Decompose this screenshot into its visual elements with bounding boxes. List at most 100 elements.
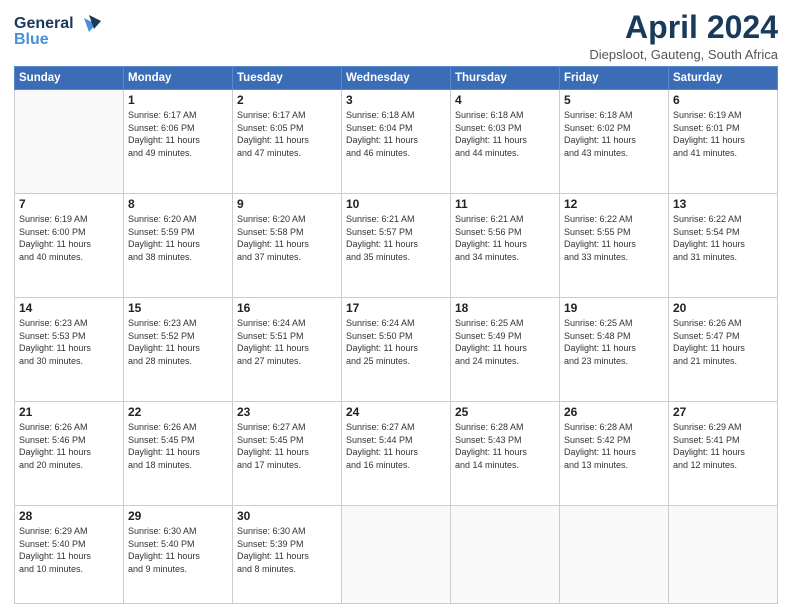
day-number: 25 (455, 405, 555, 419)
calendar-cell: 4 Sunrise: 6:18 AM Sunset: 6:03 PM Daylig… (451, 90, 560, 194)
calendar-table: Sunday Monday Tuesday Wednesday Thursday… (14, 66, 778, 604)
calendar-cell: 2 Sunrise: 6:17 AM Sunset: 6:05 PM Daylig… (233, 90, 342, 194)
calendar-cell (15, 90, 124, 194)
calendar-week-4: 21 Sunrise: 6:26 AM Sunset: 5:46 PM Dayli… (15, 402, 778, 506)
calendar-cell: 16 Sunrise: 6:24 AM Sunset: 5:51 PM Dayli… (233, 298, 342, 402)
header: General Blue April 2024 Diepsloot, Gaute… (14, 10, 778, 62)
day-number: 21 (19, 405, 119, 419)
day-number: 5 (564, 93, 664, 107)
day-info: Sunrise: 6:18 AM Sunset: 6:03 PM Dayligh… (455, 109, 555, 159)
day-info: Sunrise: 6:19 AM Sunset: 6:01 PM Dayligh… (673, 109, 773, 159)
calendar-cell: 18 Sunrise: 6:25 AM Sunset: 5:49 PM Dayli… (451, 298, 560, 402)
calendar-cell: 7 Sunrise: 6:19 AM Sunset: 6:00 PM Daylig… (15, 194, 124, 298)
day-info: Sunrise: 6:21 AM Sunset: 5:57 PM Dayligh… (346, 213, 446, 263)
day-number: 8 (128, 197, 228, 211)
day-info: Sunrise: 6:25 AM Sunset: 5:48 PM Dayligh… (564, 317, 664, 367)
day-number: 19 (564, 301, 664, 315)
calendar-cell: 22 Sunrise: 6:26 AM Sunset: 5:45 PM Dayli… (124, 402, 233, 506)
day-info: Sunrise: 6:28 AM Sunset: 5:43 PM Dayligh… (455, 421, 555, 471)
calendar-cell (669, 506, 778, 604)
day-info: Sunrise: 6:30 AM Sunset: 5:39 PM Dayligh… (237, 525, 337, 575)
calendar-week-5: 28Sunrise: 6:29 AM Sunset: 5:40 PM Dayli… (15, 506, 778, 604)
calendar-cell: 10 Sunrise: 6:21 AM Sunset: 5:57 PM Dayli… (342, 194, 451, 298)
day-info: Sunrise: 6:20 AM Sunset: 5:59 PM Dayligh… (128, 213, 228, 263)
day-number: 24 (346, 405, 446, 419)
calendar-cell: 19 Sunrise: 6:25 AM Sunset: 5:48 PM Dayli… (560, 298, 669, 402)
calendar-cell: 5 Sunrise: 6:18 AM Sunset: 6:02 PM Daylig… (560, 90, 669, 194)
calendar-cell: 23 Sunrise: 6:27 AM Sunset: 5:45 PM Dayli… (233, 402, 342, 506)
svg-text:General: General (14, 15, 74, 32)
day-info: Sunrise: 6:17 AM Sunset: 6:05 PM Dayligh… (237, 109, 337, 159)
day-number: 22 (128, 405, 228, 419)
day-info: Sunrise: 6:26 AM Sunset: 5:46 PM Dayligh… (19, 421, 119, 471)
header-saturday: Saturday (669, 67, 778, 90)
calendar-cell: 1Sunrise: 6:17 AM Sunset: 6:06 PM Daylig… (124, 90, 233, 194)
day-info: Sunrise: 6:26 AM Sunset: 5:45 PM Dayligh… (128, 421, 228, 471)
day-number: 12 (564, 197, 664, 211)
day-number: 3 (346, 93, 446, 107)
header-monday: Monday (124, 67, 233, 90)
calendar-cell (342, 506, 451, 604)
calendar-cell: 29Sunrise: 6:30 AM Sunset: 5:40 PM Dayli… (124, 506, 233, 604)
day-number: 23 (237, 405, 337, 419)
calendar-cell: 15 Sunrise: 6:23 AM Sunset: 5:52 PM Dayli… (124, 298, 233, 402)
day-info: Sunrise: 6:28 AM Sunset: 5:42 PM Dayligh… (564, 421, 664, 471)
day-number: 15 (128, 301, 228, 315)
day-info: Sunrise: 6:21 AM Sunset: 5:56 PM Dayligh… (455, 213, 555, 263)
day-number: 13 (673, 197, 773, 211)
calendar-cell: 12Sunrise: 6:22 AM Sunset: 5:55 PM Dayli… (560, 194, 669, 298)
header-wednesday: Wednesday (342, 67, 451, 90)
header-friday: Friday (560, 67, 669, 90)
calendar-cell: 9Sunrise: 6:20 AM Sunset: 5:58 PM Daylig… (233, 194, 342, 298)
header-sunday: Sunday (15, 67, 124, 90)
day-info: Sunrise: 6:27 AM Sunset: 5:44 PM Dayligh… (346, 421, 446, 471)
header-tuesday: Tuesday (233, 67, 342, 90)
page: General Blue April 2024 Diepsloot, Gaute… (0, 0, 792, 612)
calendar-week-2: 7 Sunrise: 6:19 AM Sunset: 6:00 PM Daylig… (15, 194, 778, 298)
calendar-cell: 14Sunrise: 6:23 AM Sunset: 5:53 PM Dayli… (15, 298, 124, 402)
day-info: Sunrise: 6:30 AM Sunset: 5:40 PM Dayligh… (128, 525, 228, 575)
day-number: 27 (673, 405, 773, 419)
day-number: 17 (346, 301, 446, 315)
day-info: Sunrise: 6:24 AM Sunset: 5:51 PM Dayligh… (237, 317, 337, 367)
day-number: 9 (237, 197, 337, 211)
day-number: 10 (346, 197, 446, 211)
day-number: 30 (237, 509, 337, 523)
day-number: 7 (19, 197, 119, 211)
day-info: Sunrise: 6:18 AM Sunset: 6:04 PM Dayligh… (346, 109, 446, 159)
day-info: Sunrise: 6:19 AM Sunset: 6:00 PM Dayligh… (19, 213, 119, 263)
calendar-cell: 17 Sunrise: 6:24 AM Sunset: 5:50 PM Dayli… (342, 298, 451, 402)
day-info: Sunrise: 6:24 AM Sunset: 5:50 PM Dayligh… (346, 317, 446, 367)
day-number: 18 (455, 301, 555, 315)
calendar-cell: 13 Sunrise: 6:22 AM Sunset: 5:54 PM Dayli… (669, 194, 778, 298)
day-info: Sunrise: 6:29 AM Sunset: 5:41 PM Dayligh… (673, 421, 773, 471)
day-number: 2 (237, 93, 337, 107)
weekday-header-row: Sunday Monday Tuesday Wednesday Thursday… (15, 67, 778, 90)
day-info: Sunrise: 6:18 AM Sunset: 6:02 PM Dayligh… (564, 109, 664, 159)
day-number: 16 (237, 301, 337, 315)
day-number: 26 (564, 405, 664, 419)
logo-svg: General Blue (14, 10, 104, 48)
calendar-cell (560, 506, 669, 604)
day-info: Sunrise: 6:27 AM Sunset: 5:45 PM Dayligh… (237, 421, 337, 471)
calendar-cell: 25 Sunrise: 6:28 AM Sunset: 5:43 PM Dayli… (451, 402, 560, 506)
calendar-cell: 11Sunrise: 6:21 AM Sunset: 5:56 PM Dayli… (451, 194, 560, 298)
calendar-cell: 30 Sunrise: 6:30 AM Sunset: 5:39 PM Dayli… (233, 506, 342, 604)
calendar-cell: 26 Sunrise: 6:28 AM Sunset: 5:42 PM Dayli… (560, 402, 669, 506)
day-info: Sunrise: 6:23 AM Sunset: 5:52 PM Dayligh… (128, 317, 228, 367)
day-number: 28 (19, 509, 119, 523)
day-info: Sunrise: 6:22 AM Sunset: 5:54 PM Dayligh… (673, 213, 773, 263)
day-info: Sunrise: 6:23 AM Sunset: 5:53 PM Dayligh… (19, 317, 119, 367)
header-thursday: Thursday (451, 67, 560, 90)
calendar-cell: 28Sunrise: 6:29 AM Sunset: 5:40 PM Dayli… (15, 506, 124, 604)
day-number: 20 (673, 301, 773, 315)
day-number: 4 (455, 93, 555, 107)
day-info: Sunrise: 6:17 AM Sunset: 6:06 PM Dayligh… (128, 109, 228, 159)
day-info: Sunrise: 6:25 AM Sunset: 5:49 PM Dayligh… (455, 317, 555, 367)
calendar-cell (451, 506, 560, 604)
calendar-week-1: 1Sunrise: 6:17 AM Sunset: 6:06 PM Daylig… (15, 90, 778, 194)
calendar-week-3: 14Sunrise: 6:23 AM Sunset: 5:53 PM Dayli… (15, 298, 778, 402)
calendar-cell: 21 Sunrise: 6:26 AM Sunset: 5:46 PM Dayli… (15, 402, 124, 506)
svg-text:Blue: Blue (14, 31, 49, 48)
day-number: 6 (673, 93, 773, 107)
